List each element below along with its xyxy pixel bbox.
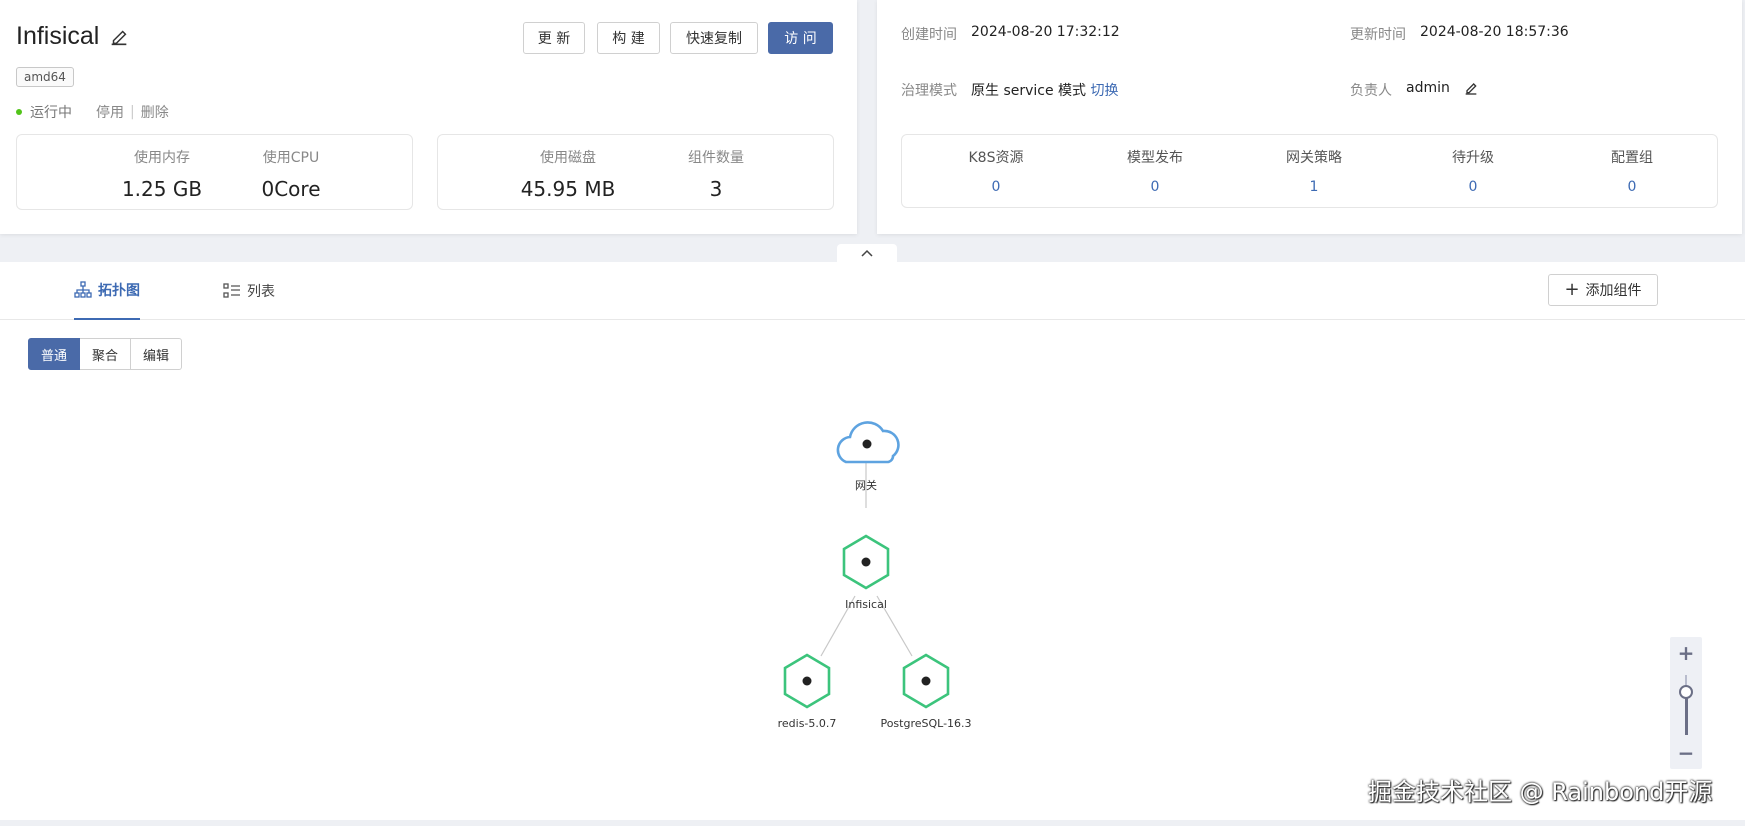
mode-edit-button[interactable]: 编辑 (131, 338, 183, 370)
switch-governance-link[interactable]: 切换 (1091, 83, 1119, 99)
app-node-label: Infisical (845, 598, 887, 611)
app-info-card: 创建时间 2024-08-20 17:32:12 更新时间 2024-08-20… (877, 0, 1742, 234)
k8s-resources-count[interactable]: 0 (936, 179, 1056, 195)
gateway-policy-label: 网关策略 (1286, 150, 1342, 166)
governance-mode: 原生 service 模式 (971, 83, 1087, 99)
memory-metric: 使用内存 1.25 GB (92, 147, 232, 201)
add-component-label: 添加组件 (1585, 283, 1642, 299)
resource-usage-box: 使用内存 1.25 GB 使用CPU 0Core (16, 134, 413, 210)
list-icon (223, 283, 240, 298)
components-value: 3 (709, 177, 723, 201)
topology-icon (74, 281, 92, 298)
model-release-label: 模型发布 (1127, 150, 1183, 166)
updated-label: 更新时间 (1350, 27, 1406, 43)
build-button[interactable]: 构 建 (597, 22, 660, 54)
created-label: 创建时间 (901, 27, 957, 43)
add-component-button[interactable]: + 添加组件 (1548, 274, 1658, 306)
pending-upgrade-count[interactable]: 0 (1413, 179, 1533, 195)
watermark: 掘金技术社区 @ Rainbond开源 (1368, 778, 1713, 806)
view-mode-switch: 普通 聚合 编辑 (28, 338, 183, 370)
gateway-node-dot (862, 439, 872, 449)
gateway-node-label: 网关 (855, 478, 877, 492)
model-release-count[interactable]: 0 (1095, 179, 1215, 195)
redis-node-label: redis-5.0.7 (778, 717, 837, 730)
owner-label: 负责人 (1350, 83, 1392, 99)
zoom-in-button[interactable]: + (1670, 641, 1702, 665)
config-group-label: 配置组 (1611, 150, 1653, 166)
updated-value: 2024-08-20 18:57:36 (1420, 24, 1569, 40)
postgres-node-dot (921, 676, 931, 686)
visit-button[interactable]: 访 问 (768, 22, 833, 54)
tab-topology[interactable]: 拓扑图 (74, 262, 140, 320)
disk-label: 使用磁盘 (540, 150, 596, 166)
topology-graph: 网关 Infisical redis-5.0.7 PostgreSQL-16.3 (778, 421, 972, 730)
gateway-policy-count[interactable]: 1 (1254, 179, 1374, 195)
pending-upgrade-item[interactable]: 待升级 0 (1413, 147, 1533, 195)
cpu-value: 0Core (261, 177, 321, 201)
view-tabs: 拓扑图 列表 + 添加组件 (0, 262, 1745, 320)
tab-topology-label: 拓扑图 (98, 283, 140, 299)
delete-link[interactable]: 删除 (141, 102, 169, 122)
chevron-up-icon (861, 249, 873, 257)
redis-node-dot (802, 676, 812, 686)
cpu-label: 使用CPU (262, 150, 320, 166)
status-row: 运行中 停用 | 删除 (16, 102, 169, 122)
arch-tag: amd64 (16, 67, 74, 87)
disk-metric: 使用磁盘 45.95 MB (498, 147, 638, 201)
disk-components-box: 使用磁盘 45.95 MB 组件数量 3 (437, 134, 834, 210)
governance-label: 治理模式 (901, 83, 957, 99)
gateway-node[interactable]: 网关 (836, 421, 900, 492)
components-metric: 组件数量 3 (646, 147, 786, 201)
zoom-slider-handle[interactable] (1679, 685, 1693, 699)
edit-owner-icon[interactable] (1463, 80, 1479, 96)
tab-list[interactable]: 列表 (223, 262, 275, 320)
k8s-resources-label: K8S资源 (968, 150, 1024, 166)
collapse-toggle[interactable] (837, 244, 897, 262)
memory-label: 使用内存 (134, 150, 190, 166)
app-node[interactable]: Infisical (842, 534, 890, 611)
app-overview-card: Infisical amd64 运行中 停用 | 删除 更 新 构 建 快速复制… (0, 0, 857, 234)
divider: | (130, 104, 135, 120)
resource-summary-box: K8S资源 0 模型发布 0 网关策略 1 待升级 0 配置组 0 (901, 134, 1718, 208)
plus-icon: + (1564, 279, 1580, 300)
status-text: 运行中 (30, 105, 72, 121)
disable-link[interactable]: 停用 (96, 102, 124, 122)
mode-aggregate-button[interactable]: 聚合 (80, 338, 132, 370)
redis-node[interactable]: redis-5.0.7 (778, 653, 837, 730)
cpu-metric: 使用CPU 0Core (221, 147, 361, 201)
k8s-resources-item[interactable]: K8S资源 0 (936, 147, 1056, 195)
zoom-track-fill (1685, 693, 1688, 735)
tab-list-label: 列表 (247, 284, 275, 300)
components-label: 组件数量 (688, 150, 744, 166)
config-group-item[interactable]: 配置组 0 (1572, 147, 1692, 195)
zoom-out-button[interactable]: − (1670, 741, 1702, 765)
zoom-control: + − (1670, 637, 1702, 769)
app-title: Infisical (16, 22, 100, 50)
edit-title-icon[interactable] (108, 26, 130, 48)
created-value: 2024-08-20 17:32:12 (971, 24, 1120, 40)
pending-upgrade-label: 待升级 (1452, 150, 1494, 166)
model-release-item[interactable]: 模型发布 0 (1095, 147, 1215, 195)
governance-value: 原生 service 模式 切换 (971, 80, 1119, 100)
postgres-node[interactable]: PostgreSQL-16.3 (880, 653, 972, 730)
gateway-policy-item[interactable]: 网关策略 1 (1254, 147, 1374, 195)
postgres-node-label: PostgreSQL-16.3 (880, 717, 971, 730)
memory-value: 1.25 GB (121, 177, 203, 201)
mode-normal-button[interactable]: 普通 (28, 338, 81, 370)
topology-panel: 网关 Infisical redis-5.0.7 PostgreSQL-16.3 (0, 262, 1745, 820)
owner-value: admin (1406, 80, 1450, 96)
quick-copy-button[interactable]: 快速复制 (670, 22, 758, 54)
running-status-dot (16, 109, 22, 115)
update-button[interactable]: 更 新 (523, 22, 585, 54)
config-group-count[interactable]: 0 (1572, 179, 1692, 195)
app-node-dot (861, 557, 871, 567)
disk-value: 45.95 MB (520, 177, 616, 201)
